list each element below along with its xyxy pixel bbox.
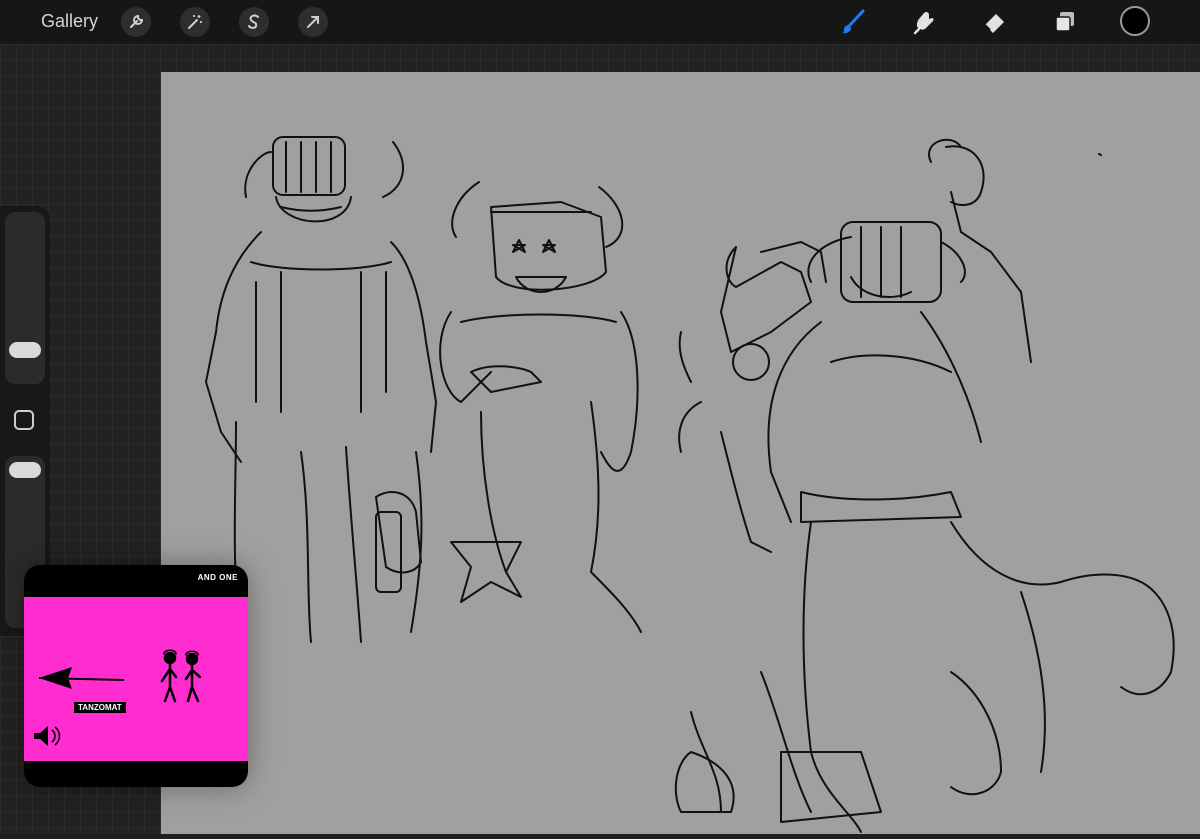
- artist-label: AND ONE: [197, 573, 238, 582]
- sketch-character-2: [439, 181, 642, 633]
- wrench-icon[interactable]: [121, 7, 151, 37]
- drawing-canvas[interactable]: [161, 72, 1200, 834]
- magic-wand-icon[interactable]: [180, 7, 210, 37]
- dancers-figures: [160, 649, 202, 703]
- brush-icon[interactable]: [837, 7, 869, 37]
- color-picker-button[interactable]: [1120, 6, 1150, 36]
- top-toolbar: Gallery: [0, 0, 1200, 44]
- album-cover: TANZOMAT: [24, 597, 248, 761]
- brush-size-slider[interactable]: [5, 212, 45, 384]
- brush-size-knob[interactable]: [9, 342, 41, 358]
- dancers-illustration: [34, 649, 202, 746]
- smudge-icon[interactable]: [909, 7, 941, 37]
- song-title-label: TANZOMAT: [74, 702, 126, 713]
- speaker-icon: [34, 726, 61, 746]
- selection-s-icon[interactable]: [239, 7, 269, 37]
- gallery-button[interactable]: Gallery: [41, 11, 98, 32]
- opacity-knob[interactable]: [9, 462, 41, 478]
- sketch-character-4: [767, 138, 1175, 833]
- transform-arrow-icon[interactable]: [298, 7, 328, 37]
- music-player-overlay[interactable]: AND ONE TANZOMAT: [24, 565, 248, 787]
- eraser-icon[interactable]: [979, 7, 1011, 37]
- modify-square-button[interactable]: [14, 410, 34, 430]
- arrow-left-icon: [39, 667, 72, 689]
- sketch-character-3: [674, 241, 827, 813]
- layers-icon[interactable]: [1049, 7, 1081, 37]
- sketch-drawing: [205, 136, 1175, 833]
- sketch-character-1: [205, 136, 437, 643]
